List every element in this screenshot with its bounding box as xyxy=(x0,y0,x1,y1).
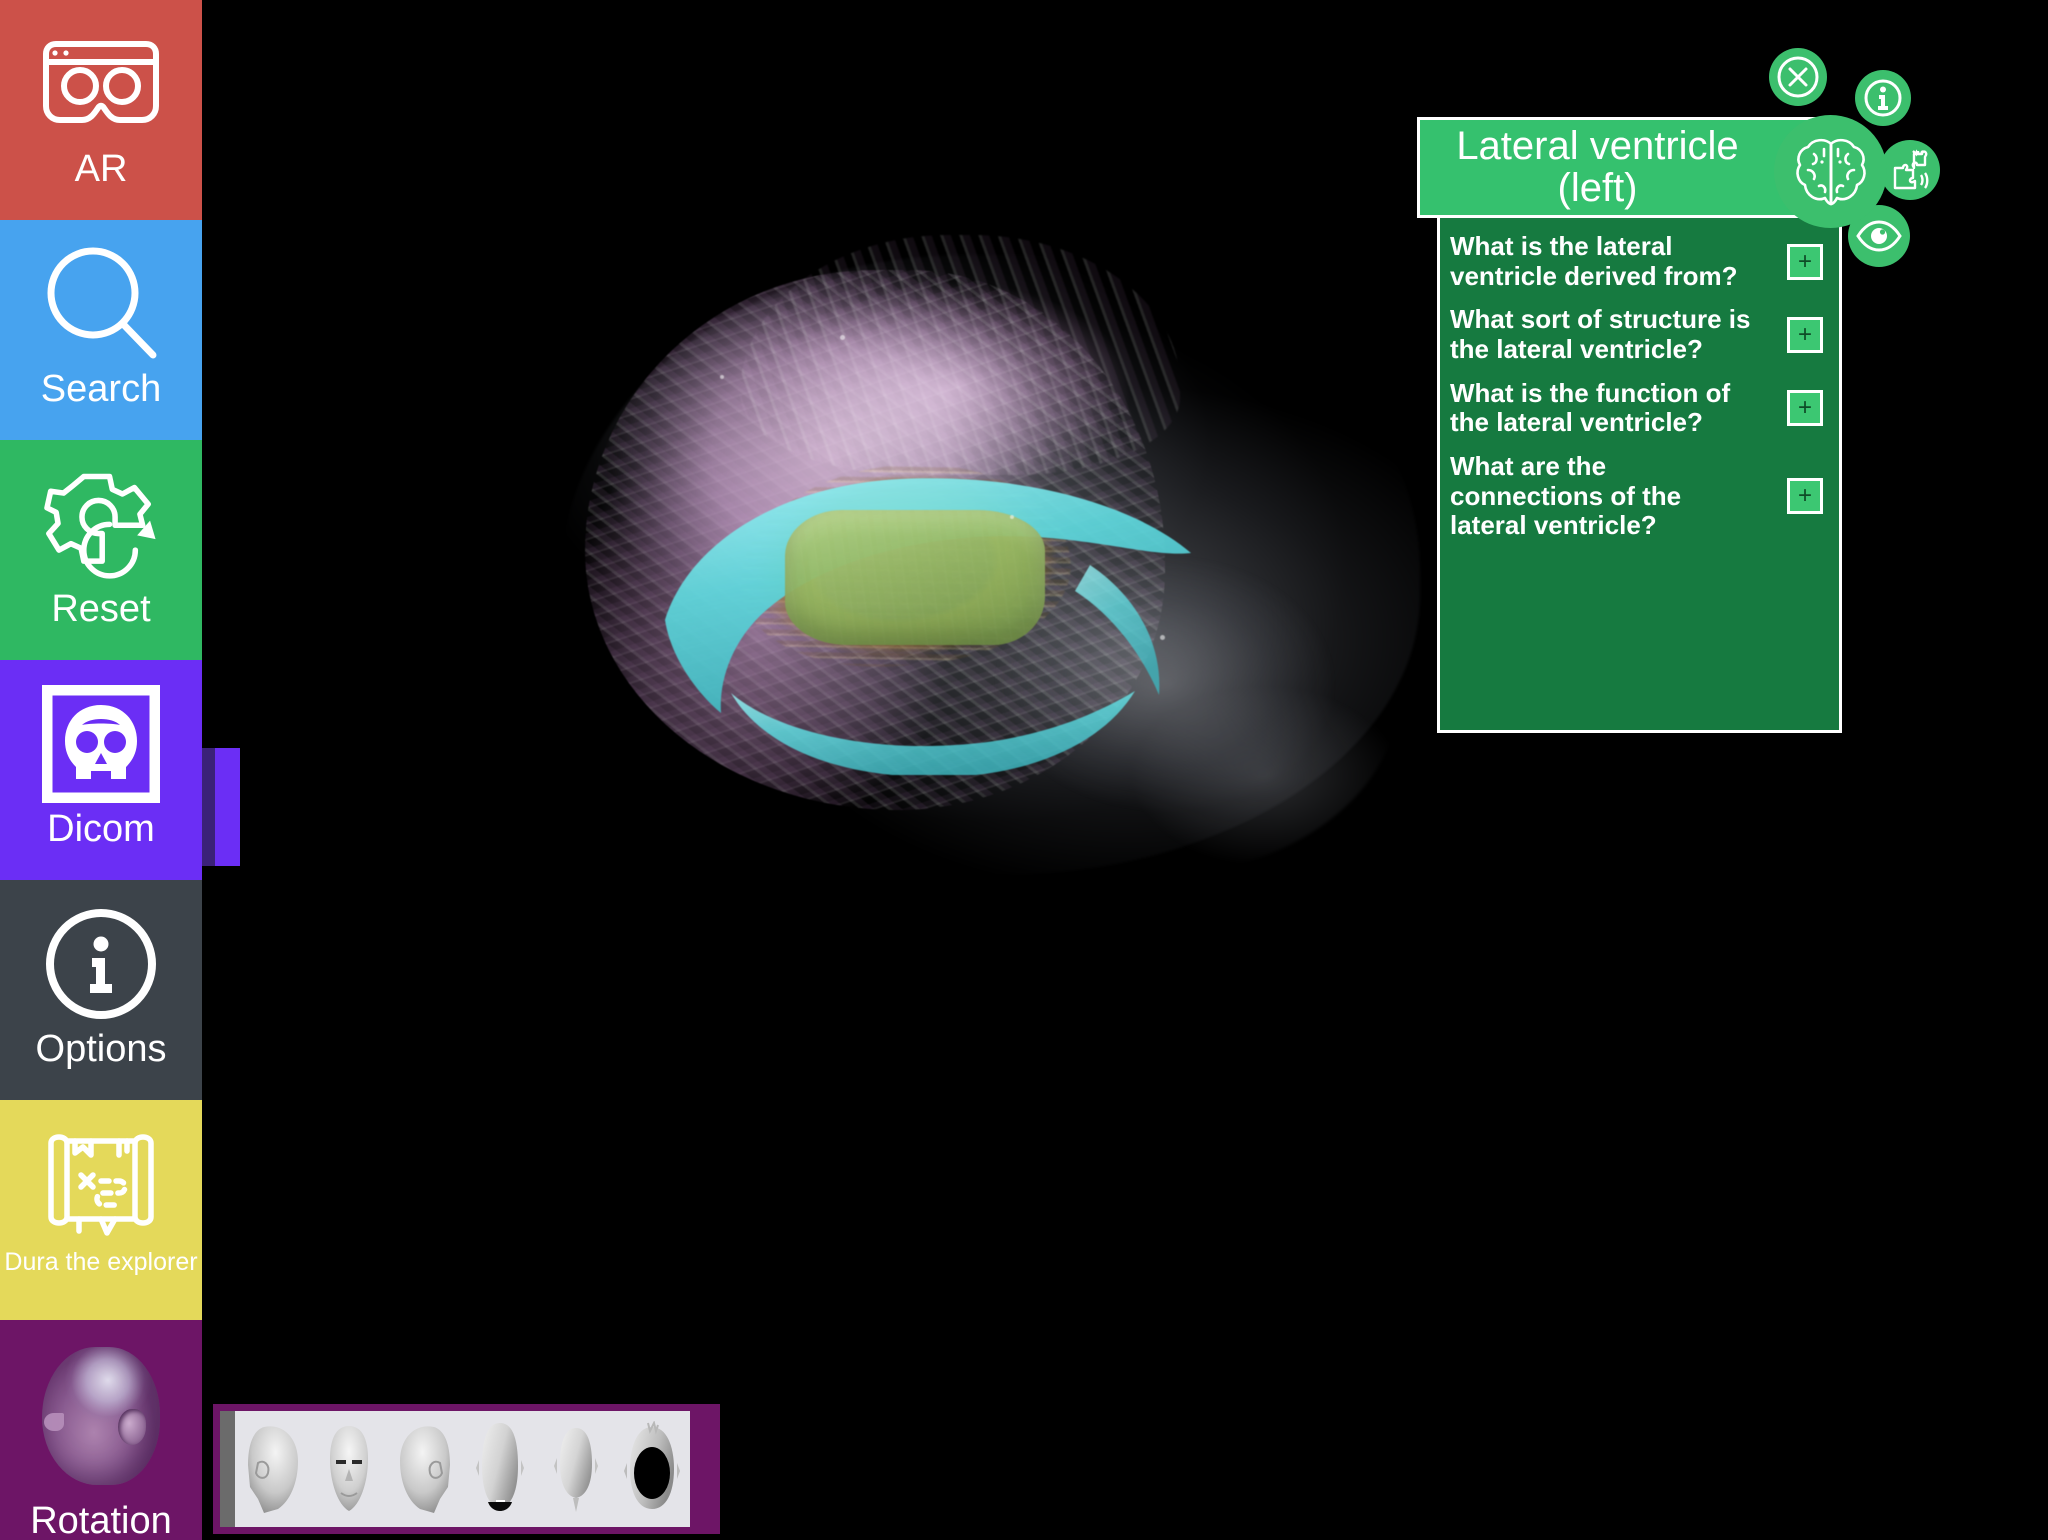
main-sidebar[interactable]: AR Search Reset Dicom Options Dura the e… xyxy=(0,0,202,1540)
thumb-inferior-view[interactable] xyxy=(538,1414,614,1524)
question-row[interactable]: What is the lateral ventricle derived fr… xyxy=(1440,231,1839,291)
expand-question-button[interactable]: + xyxy=(1787,478,1823,515)
puzzle-piece-icon xyxy=(1888,148,1932,192)
close-circle-icon xyxy=(1775,54,1821,100)
sidebar-item-label: Dicom xyxy=(47,808,155,850)
page-title: Lateral ventricle (left) xyxy=(1456,124,1739,210)
question-text: What sort of structure is the lateral ve… xyxy=(1450,304,1751,365)
question-row[interactable]: What sort of structure is the lateral ve… xyxy=(1440,305,1839,364)
expand-question-button[interactable]: + xyxy=(1787,390,1823,427)
render-highlight-speck xyxy=(1160,635,1165,640)
treasure-map-icon xyxy=(41,1124,161,1244)
thumb-left-lateral-view[interactable] xyxy=(235,1414,311,1524)
info-button[interactable] xyxy=(1855,70,1911,126)
panel-title-line-1: Lateral ventricle xyxy=(1456,124,1739,168)
info-circle-icon xyxy=(42,904,160,1024)
sidebar-item-rotation[interactable]: Rotation xyxy=(0,1320,202,1540)
thumb-axial-slice-view[interactable] xyxy=(614,1414,690,1524)
view-orientation-panel xyxy=(220,1411,690,1527)
sidebar-item-reset[interactable]: Reset xyxy=(0,440,202,660)
question-text: What are the connections of the lateral … xyxy=(1450,450,1682,541)
structures-button[interactable] xyxy=(1880,140,1940,200)
thumb-superior-view[interactable] xyxy=(462,1414,538,1524)
brain-view-button[interactable] xyxy=(1774,115,1887,228)
close-button[interactable] xyxy=(1769,48,1827,106)
panel-question-list: What is the lateral ventricle derived fr… xyxy=(1437,218,1842,734)
sidebar-active-tab-indicator xyxy=(202,748,240,866)
sidebar-item-label: Options xyxy=(35,1028,167,1070)
sidebar-item-label: Reset xyxy=(51,588,151,630)
thumb-right-lateral-view[interactable] xyxy=(387,1414,463,1524)
structure-info-panel: Lateral ventricle (left) What is the lat… xyxy=(1417,117,1842,734)
eye-icon xyxy=(1855,219,1903,253)
sidebar-item-dicom[interactable]: Dicom xyxy=(0,660,202,880)
question-row[interactable]: What are the connections of the lateral … xyxy=(1440,450,1839,541)
sidebar-item-ar[interactable]: AR xyxy=(0,0,202,220)
brain-3d-model[interactable] xyxy=(540,215,1440,915)
strip-scroll-gutter[interactable] xyxy=(220,1411,235,1527)
expand-question-button[interactable]: + xyxy=(1787,243,1823,280)
render-highlight-speck xyxy=(1010,515,1014,519)
head-3d-icon xyxy=(42,1344,160,1488)
thumb-anterior-view[interactable] xyxy=(311,1414,387,1524)
vr-headset-icon xyxy=(38,24,164,144)
sidebar-item-label: Search xyxy=(40,368,162,410)
brain-icon xyxy=(1789,130,1873,214)
sidebar-item-label: AR xyxy=(74,148,128,190)
info-circle-icon xyxy=(1861,76,1905,120)
view-orientation-strip[interactable] xyxy=(213,1404,720,1534)
sidebar-item-label: Rotation xyxy=(30,1500,172,1540)
sidebar-item-options[interactable]: Options xyxy=(0,880,202,1100)
sidebar-item-search[interactable]: Search xyxy=(0,220,202,440)
render-highlight-speck xyxy=(840,335,845,340)
render-highlight-speck xyxy=(720,375,724,379)
skull-icon xyxy=(42,684,160,804)
panel-title-line-2: (left) xyxy=(1557,165,1638,210)
magnifier-icon xyxy=(41,244,161,364)
question-row[interactable]: What is the function of the lateral vent… xyxy=(1440,377,1839,438)
question-text: What is the lateral ventricle derived fr… xyxy=(1450,231,1738,291)
sidebar-item-label: Dura the explorer xyxy=(4,1248,198,1276)
sidebar-item-dura-the-explorer[interactable]: Dura the explorer xyxy=(0,1100,202,1320)
question-text: What is the function of the lateral vent… xyxy=(1450,377,1731,438)
expand-question-button[interactable]: + xyxy=(1787,317,1823,354)
gear-reset-icon xyxy=(39,464,163,584)
thalamus-region xyxy=(785,510,1045,645)
